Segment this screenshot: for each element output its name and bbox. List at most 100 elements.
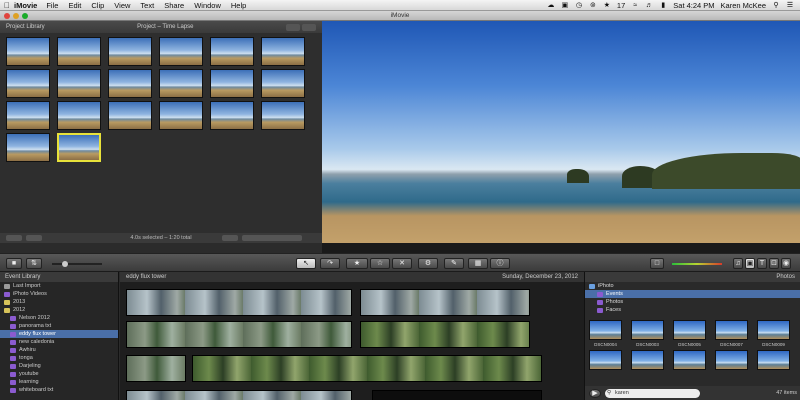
photo-thumbnail[interactable] (757, 350, 790, 370)
video-viewer[interactable] (322, 21, 800, 253)
event-clip[interactable] (126, 321, 352, 348)
apple-menu-icon[interactable]:  (0, 1, 14, 10)
photo-source-item[interactable]: Faces (585, 306, 800, 314)
event-item[interactable]: learning (0, 378, 118, 386)
event-clip[interactable] (126, 390, 352, 400)
project-library-back-button[interactable]: Project Library (6, 24, 45, 30)
cloud-icon[interactable]: ☁ (547, 2, 555, 9)
event-clip[interactable] (192, 355, 542, 382)
photo-thumbnail[interactable] (631, 350, 664, 370)
event-clip[interactable] (126, 355, 186, 382)
mark-favorite-button[interactable]: ★ (346, 258, 368, 269)
project-clip[interactable] (159, 69, 203, 98)
voiceover-button[interactable]: ✎ (444, 258, 464, 269)
project-view-button[interactable] (302, 23, 316, 31)
spotlight-icon[interactable]: ⚲ (772, 2, 780, 9)
project-clip[interactable] (261, 101, 305, 130)
reject-button[interactable]: ✕ (392, 258, 412, 269)
project-clip[interactable] (108, 37, 152, 66)
project-zoom-slider[interactable] (242, 235, 302, 241)
project-clip[interactable] (108, 101, 152, 130)
project-clip[interactable] (159, 37, 203, 66)
play-fullscreen-button[interactable] (6, 235, 22, 241)
event-clip[interactable] (360, 321, 530, 348)
project-clip[interactable] (6, 133, 50, 162)
event-item[interactable]: eddy flux tower (0, 330, 118, 338)
photo-thumbnail[interactable] (631, 320, 664, 340)
project-clip[interactable] (57, 69, 101, 98)
event-clip[interactable] (126, 289, 352, 316)
event-item[interactable]: tonga (0, 354, 118, 362)
close-window-button[interactable] (4, 13, 10, 19)
menu-help[interactable]: Help (231, 1, 246, 10)
project-add-button[interactable] (222, 235, 238, 241)
inspector-button[interactable]: ⓘ (490, 258, 510, 269)
transitions-browser-button[interactable]: ⊡ (769, 258, 779, 269)
project-clip[interactable] (57, 37, 101, 66)
titles-browser-button[interactable]: T (757, 258, 767, 269)
menu-file[interactable]: File (46, 1, 58, 10)
event-item[interactable]: Last Import (0, 282, 118, 290)
photo-search-field[interactable]: ⚲ karen (605, 388, 700, 398)
crop-button[interactable]: ▦ (468, 258, 488, 269)
project-clip[interactable] (159, 101, 203, 130)
project-clip[interactable] (261, 37, 305, 66)
event-item[interactable]: youtube (0, 370, 118, 378)
photos-browser-button[interactable]: ▣ (745, 258, 755, 269)
event-item[interactable]: Awhiru (0, 346, 118, 354)
event-item[interactable]: Darjeling (0, 362, 118, 370)
project-clip[interactable] (210, 37, 254, 66)
project-clip[interactable] (210, 69, 254, 98)
swap-events-button[interactable]: ⇅ (26, 258, 42, 269)
minimize-window-button[interactable] (13, 13, 19, 19)
photo-source-item[interactable]: iPhoto (585, 282, 800, 290)
menu-view[interactable]: View (114, 1, 130, 10)
play-photo-button[interactable]: ▶ (589, 388, 601, 398)
add-to-project-button[interactable]: ↷ (320, 258, 340, 269)
project-loop-button[interactable] (26, 235, 42, 241)
photo-thumbnail[interactable] (589, 350, 622, 370)
event-item[interactable]: 2012 (0, 306, 118, 314)
thumbnail-size-slider[interactable] (52, 261, 102, 267)
photo-thumbnail[interactable] (673, 320, 706, 340)
project-options-button[interactable] (286, 23, 300, 31)
clock-icon[interactable]: ◷ (575, 2, 583, 9)
photo-thumbnail[interactable] (589, 320, 622, 340)
user-name[interactable]: Karen McKee (721, 1, 766, 10)
project-clip[interactable] (108, 69, 152, 98)
photo-thumbnail[interactable] (673, 350, 706, 370)
clock-text[interactable]: Sat 4:24 PM (673, 1, 714, 10)
event-item[interactable]: panorama txt (0, 322, 118, 330)
zoom-window-button[interactable] (22, 13, 28, 19)
event-item[interactable]: Nelson 2012 (0, 314, 118, 322)
photo-source-item[interactable]: Photos (585, 298, 800, 306)
wifi-icon[interactable]: ≈ (631, 2, 639, 9)
project-clip[interactable] (57, 101, 101, 130)
event-item[interactable]: 2013 (0, 298, 118, 306)
photo-source-item[interactable]: Events (585, 290, 800, 298)
project-clip[interactable] (6, 101, 50, 130)
selected-project-clip[interactable] (57, 133, 101, 162)
show-audio-button[interactable]: □ (650, 258, 664, 269)
maps-browser-button[interactable]: ◉ (781, 258, 791, 269)
camera-import-button[interactable]: ■ (6, 258, 22, 269)
display-icon[interactable]: ▣ (561, 2, 569, 9)
select-tool-button[interactable]: ↖ (296, 258, 316, 269)
menu-window[interactable]: Window (194, 1, 221, 10)
photo-thumbnail[interactable] (757, 320, 790, 340)
unmark-button[interactable]: ☆ (370, 258, 390, 269)
menu-share[interactable]: Share (164, 1, 184, 10)
project-clip[interactable] (6, 69, 50, 98)
volume-icon[interactable]: ♬ (645, 2, 653, 9)
event-item[interactable]: whiteboard txt (0, 386, 118, 394)
event-item[interactable]: new caledonia (0, 338, 118, 346)
menu-edit[interactable]: Edit (68, 1, 81, 10)
project-clip[interactable] (210, 101, 254, 130)
music-browser-button[interactable]: ♫ (733, 258, 743, 269)
menu-text[interactable]: Text (140, 1, 154, 10)
slider-knob[interactable] (62, 261, 68, 267)
photo-thumbnail[interactable] (715, 320, 748, 340)
menu-app-name[interactable]: iMovie (14, 1, 37, 10)
bluetooth-icon[interactable]: ⊚ (589, 2, 597, 9)
event-clip[interactable] (372, 390, 542, 400)
